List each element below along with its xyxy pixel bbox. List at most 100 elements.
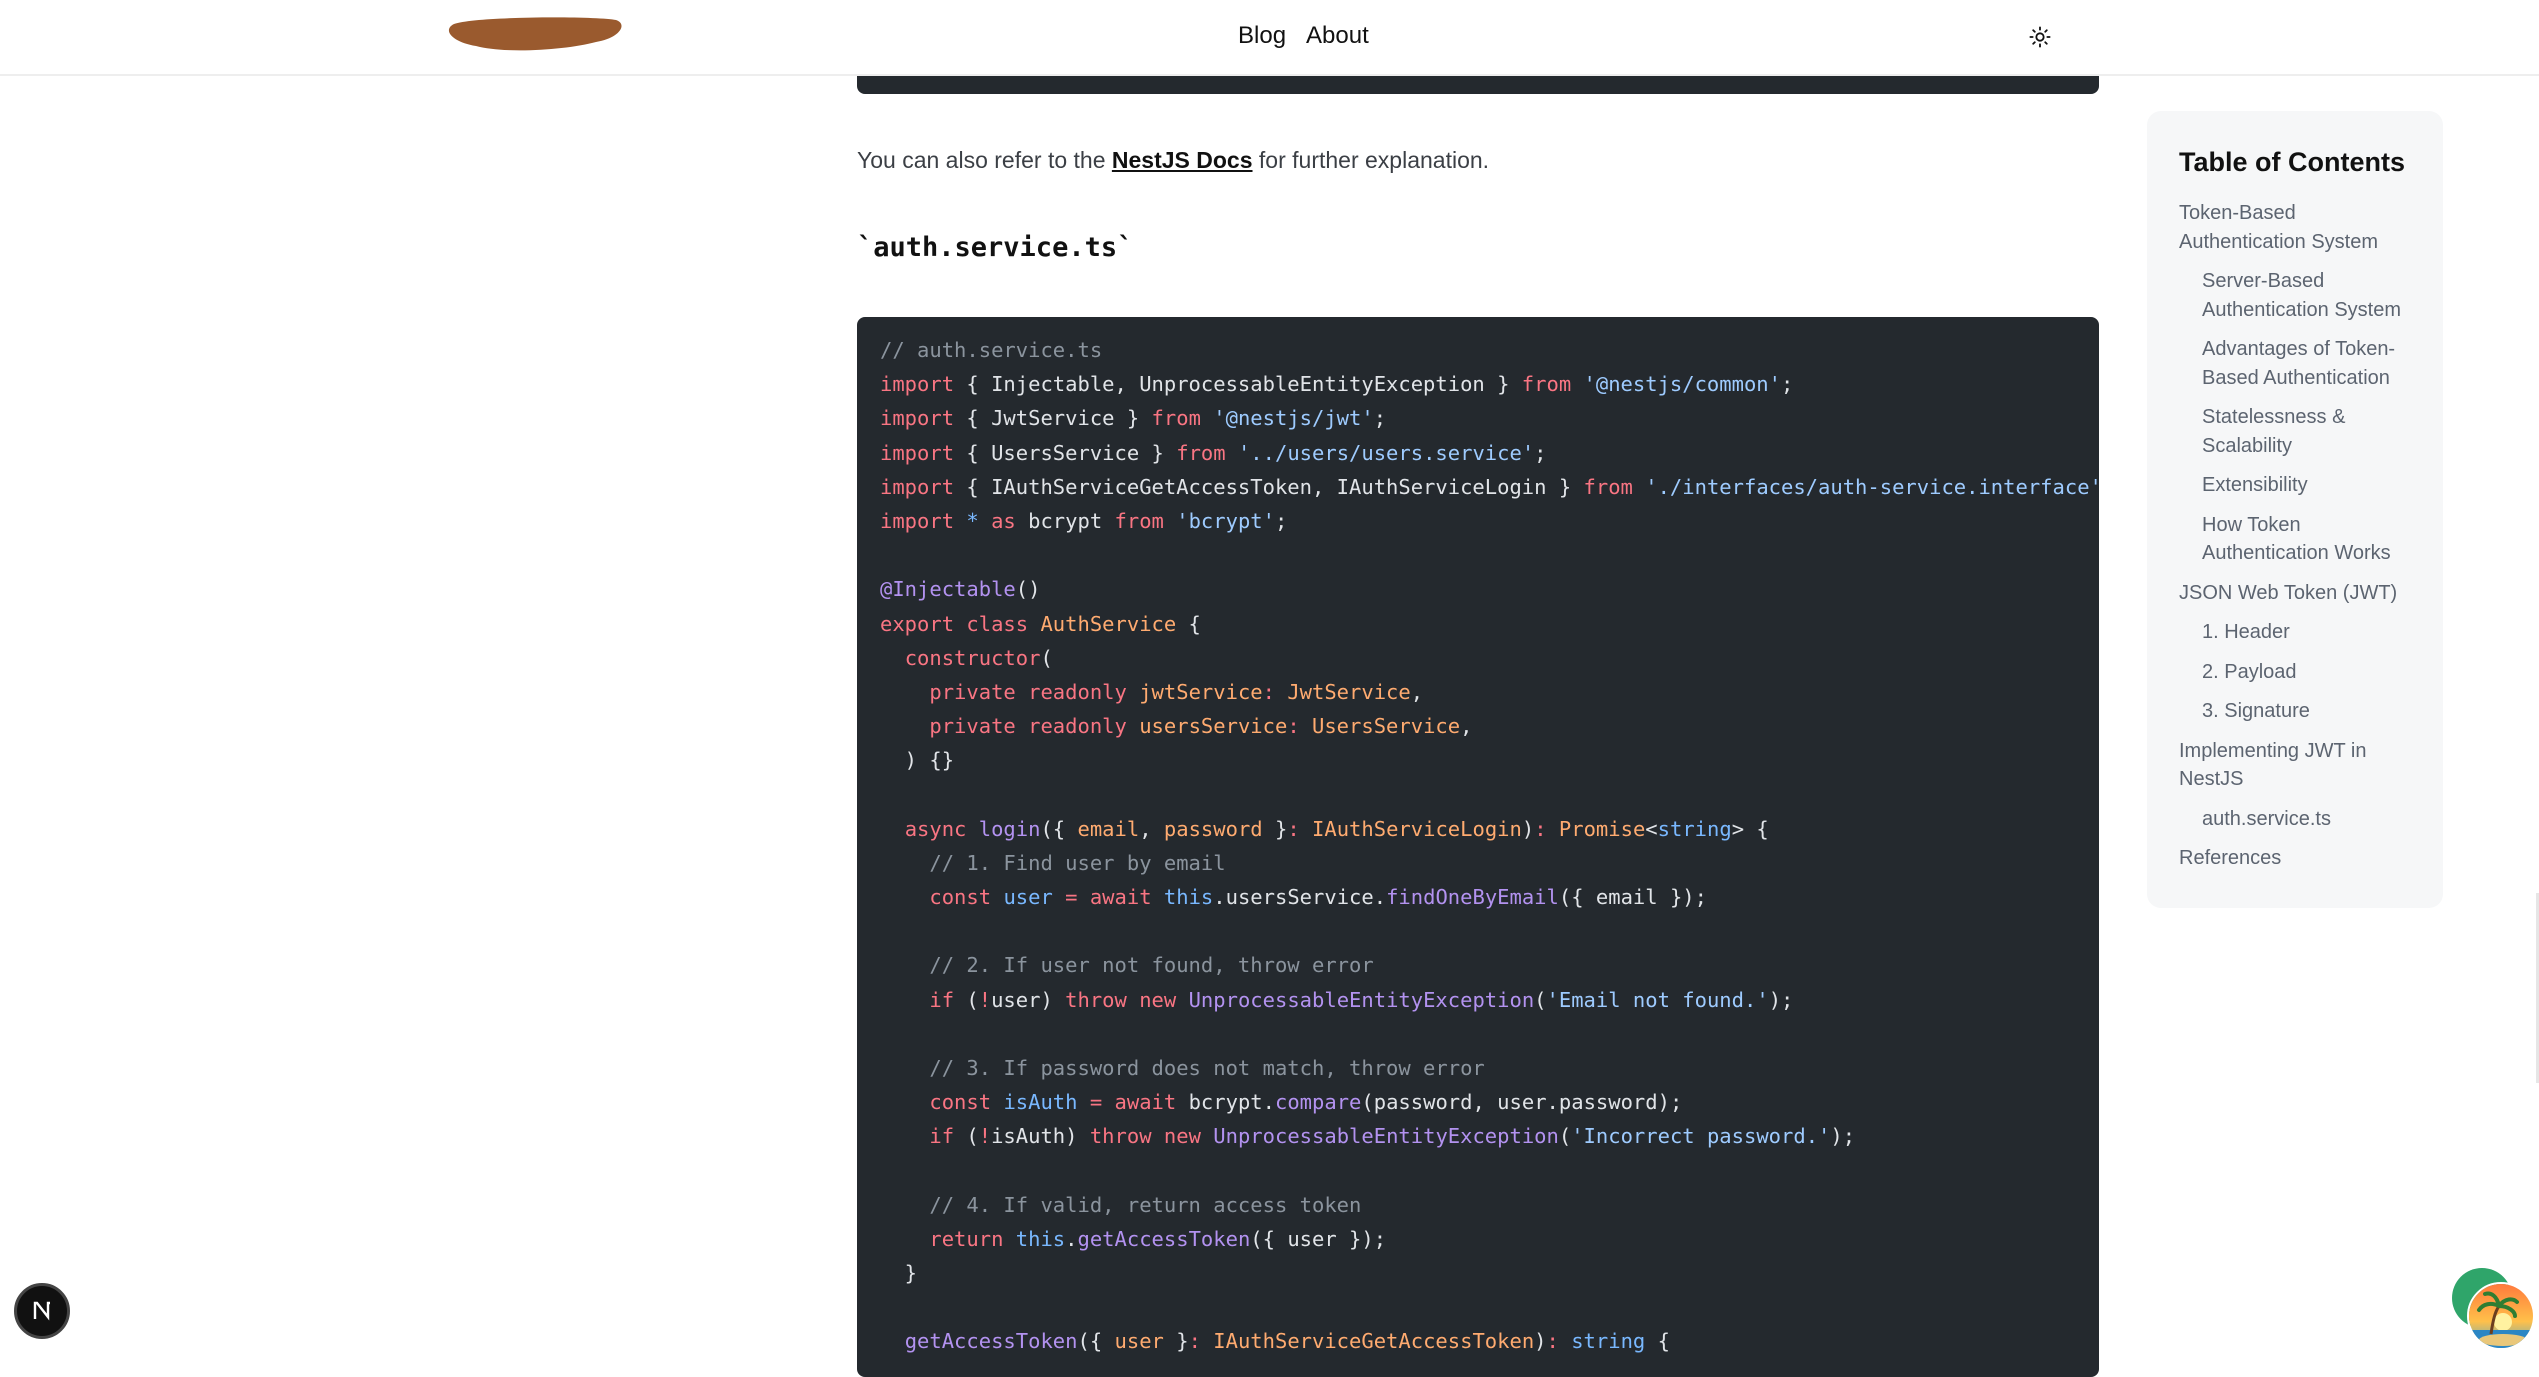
code-token: * [966, 508, 979, 533]
n-logo-icon [33, 1301, 50, 1321]
toc-item[interactable]: Token-Based Authentication System [2179, 199, 2409, 256]
code-token: export class [880, 611, 1029, 636]
code-token: : [1188, 1329, 1201, 1354]
logo-redacted-icon[interactable] [446, 14, 624, 52]
code-token: ( [1534, 987, 1547, 1012]
code-token: () [1015, 577, 1041, 602]
code-token: = [1089, 1090, 1103, 1115]
code-token: ); [1768, 987, 1794, 1012]
code-token: , [1139, 816, 1164, 841]
code-line: // 1. Find user by email [880, 846, 2099, 880]
code-token: import [880, 440, 955, 465]
toc-item[interactable]: Extensibility [2179, 471, 2409, 500]
code-line: ) {} [880, 743, 2099, 777]
code-token: ) [1521, 816, 1535, 841]
code-token: ) {} [880, 748, 955, 773]
toc-item[interactable]: 2. Payload [2179, 658, 2409, 687]
code-block-auth-service[interactable]: // auth.service.ts import { Injectable, U… [857, 317, 2099, 1377]
code-line: if (!isAuth) throw new UnprocessableEnti… [880, 1119, 2099, 1153]
theme-toggle-button[interactable] [2025, 22, 2055, 52]
code-token: from [1583, 474, 1633, 499]
section-heading-auth-service: `auth.service.ts` [857, 232, 1134, 263]
code-token: @Injectable [880, 577, 1016, 602]
code-token: (password, user.password); [1361, 1090, 1683, 1115]
toc-item[interactable]: Server-Based Authentication System [2179, 267, 2409, 324]
previous-code-block [857, 76, 2099, 94]
code-token: usersService [1139, 714, 1288, 739]
toc-item[interactable]: 1. Header [2179, 618, 2409, 647]
code-token: ({ [1077, 1329, 1115, 1354]
code-token: jwtService [1139, 679, 1263, 704]
code-token: bcrypt [1015, 508, 1115, 533]
toc-item[interactable]: Statelessness & Scalability [2179, 403, 2409, 460]
code-token: from [1521, 372, 1572, 397]
nav-about-link[interactable]: About [1306, 21, 1369, 51]
code-token: email [1077, 816, 1140, 841]
toc-item[interactable]: References [2179, 844, 2409, 873]
code-token: string [1571, 1329, 1646, 1354]
code-token: UnprocessableEntityException [1188, 987, 1535, 1012]
code-token: // 3. If password does not match, throw … [929, 1055, 1485, 1080]
site-header: Blog About [0, 0, 2539, 76]
code-token: if [929, 1124, 955, 1149]
toc-item[interactable]: JSON Web Token (JWT) [2179, 579, 2409, 608]
code-token: Promise [1558, 816, 1646, 841]
toc-item[interactable]: auth.service.ts [2179, 805, 2409, 834]
code-token: './interfaces/auth-service.interface' [1645, 474, 2099, 499]
code-token: ! [978, 987, 992, 1012]
nav-blog-link[interactable]: Blog [1238, 21, 1286, 51]
code-line: const isAuth = await bcrypt.compare(pass… [880, 1085, 2099, 1119]
code-token: ; [1534, 440, 1547, 465]
code-line: async login({ email, password }: IAuthSe… [880, 812, 2099, 846]
code-token: user [1003, 885, 1053, 909]
code-line: // 4. If valid, return access token [880, 1188, 2099, 1222]
toc-item[interactable]: Implementing JWT in NestJS [2179, 737, 2409, 794]
avatar[interactable] [2467, 1282, 2535, 1350]
code-token: ; [1373, 406, 1387, 431]
toc-item[interactable]: 3. Signature [2179, 697, 2409, 726]
code-token: ( [1040, 645, 1053, 670]
code-token: throw new [1065, 987, 1177, 1012]
code-token: getAccessToken [904, 1329, 1078, 1354]
para-text-after: for further explanation. [1252, 147, 1490, 173]
code-line: import { IAuthServiceGetAccessToken, IAu… [880, 470, 2099, 504]
code-token: as [991, 508, 1016, 533]
code-line: import { UsersService } from '../users/u… [880, 436, 2099, 470]
code-token: . [1065, 1226, 1078, 1251]
code-token: ); [1830, 1124, 1856, 1149]
code-token: : [1287, 816, 1300, 841]
code-token: IAuthServiceLogin [1312, 816, 1522, 841]
code-token: user [1114, 1329, 1164, 1354]
code-token: '@nestjs/jwt' [1213, 406, 1374, 431]
toc-item[interactable]: How Token Authentication Works [2179, 511, 2409, 568]
para-text-before: You can also refer to the [857, 147, 1112, 173]
code-line: import { Injectable, UnprocessableEntity… [880, 367, 2099, 401]
nextjs-dev-indicator-button[interactable] [14, 1283, 70, 1339]
code-line: // 3. If password does not match, throw … [880, 1051, 2099, 1085]
code-line: getAccessToken({ user }: IAuthServiceGet… [880, 1324, 2099, 1358]
table-of-contents: Table of Contents Token-Based Authentica… [2147, 111, 2443, 908]
nestjs-docs-link[interactable]: NestJS Docs [1112, 147, 1253, 173]
code-token: UsersService [1312, 714, 1461, 739]
code-token: compare [1275, 1090, 1362, 1115]
code-token: : [1534, 816, 1547, 841]
code-token: , [1410, 679, 1424, 704]
code-token: { [1176, 611, 1201, 636]
toc-item[interactable]: Advantages of Token-Based Authentication [2179, 335, 2409, 392]
